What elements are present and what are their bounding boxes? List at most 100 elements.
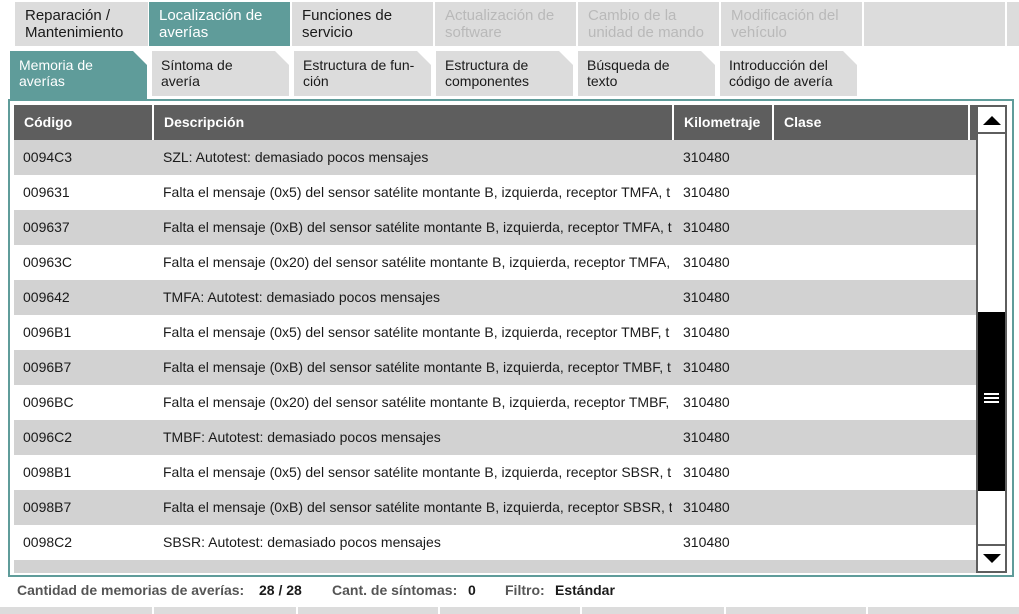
subtab-label-line1: Memoria de [19, 57, 93, 73]
cell-code: 0096B7 [23, 359, 72, 375]
scroll-thumb[interactable] [978, 312, 1005, 491]
table-row[interactable]: 0094C3 SZL: Autotest: demasiado pocos me… [14, 140, 976, 175]
fault-count-label: Cantidad de memorias de averías: [17, 582, 245, 598]
table-body: 0094C3 SZL: Autotest: demasiado pocos me… [14, 140, 976, 573]
triangle-down-icon [983, 554, 1001, 563]
table-row[interactable]: 0096B7 Falta el mensaje (0xB) del sensor… [14, 350, 976, 385]
vertical-scrollbar[interactable] [976, 105, 1007, 573]
cell-code: 0098C2 [23, 534, 73, 550]
subtab-fault-symptom[interactable]: Síntoma de avería [152, 51, 289, 96]
tab-label-line2: Mantenimiento [25, 24, 124, 41]
cell-class [784, 350, 974, 385]
cell-description: TMFA: Autotest: demasiado pocos mensajes [163, 289, 441, 305]
scroll-up-button[interactable] [978, 107, 1005, 134]
table-row[interactable]: 0096B1 Falta el mensaje (0x5) del sensor… [14, 315, 976, 350]
cell-description: Falta el mensaje (0xB) del sensor satéli… [163, 499, 672, 515]
subtab-fault-code-entry[interactable]: Introducción del código de avería [720, 51, 857, 96]
subtab-function-structure[interactable]: Estructura de fun- ción [294, 51, 431, 96]
cell-code: 009637 [23, 219, 70, 235]
tab-label-line2: vehículo [731, 24, 787, 41]
cell-code: 009642 [23, 289, 70, 305]
column-header-mileage[interactable]: Kilometraje [674, 105, 772, 140]
tab-label-line2: servicio [302, 24, 353, 41]
tab-label-line2: unidad de mando [588, 24, 704, 41]
cell-description: Falta el mensaje (0x20) del sensor satél… [163, 254, 671, 270]
subtab-label-line2: averías [19, 73, 65, 89]
cell-class [784, 525, 974, 560]
table-row[interactable]: 0096BC Falta el mensaje (0x20) del senso… [14, 385, 976, 420]
subtab-label-line2: ción [303, 73, 329, 89]
cell-code: 00963C [23, 254, 73, 270]
fault-count-value: 28 / 28 [259, 582, 302, 598]
cell-mileage: 310480 [683, 289, 730, 305]
cell-description: TMBF: Autotest: demasiado pocos mensajes [163, 429, 441, 445]
cell-description: Falta el mensaje (0x5) del sensor satéli… [163, 464, 672, 480]
cell-class [784, 385, 974, 420]
table-row[interactable]: 0098B1 Falta el mensaje (0x5) del sensor… [14, 455, 976, 490]
subtab-label-line2: avería [161, 73, 200, 89]
cell-description: Falta el mensaje (0x5) del sensor satéli… [163, 184, 671, 200]
triangle-up-icon [983, 116, 1001, 125]
cell-code: 0096BC [23, 394, 74, 410]
cell-class [784, 280, 974, 315]
table-row[interactable]: 009642 TMFA: Autotest: demasiado pocos m… [14, 280, 976, 315]
cell-class [784, 420, 974, 455]
filter-label: Filtro: [505, 582, 545, 598]
tab-repair-maintenance[interactable]: Reparación / Mantenimiento [15, 2, 148, 46]
fault-memory-window: Reparación / Mantenimiento Localización … [0, 0, 1019, 614]
cell-code: 0098B7 [23, 499, 72, 515]
subtab-label-line1: Síntoma de [161, 57, 233, 73]
table-row[interactable]: 009631 Falta el mensaje (0x5) del sensor… [14, 175, 976, 210]
tab-fault-finding[interactable]: Localización de averías [149, 2, 290, 46]
main-tab-bar: Reparación / Mantenimiento Localización … [0, 0, 1019, 46]
cell-code [23, 560, 153, 573]
tab-control-unit-change: Cambio de la unidad de mando [578, 2, 719, 46]
scroll-down-button[interactable] [978, 544, 1005, 571]
fault-table: Código Descripción Kilometraje Clase 009… [14, 105, 976, 573]
table-row[interactable]: 0096C2 TMBF: Autotest: demasiado pocos m… [14, 420, 976, 455]
tab-service-functions[interactable]: Funciones de servicio [292, 2, 433, 46]
bottom-button-strip [0, 607, 1019, 614]
cell-class [784, 455, 974, 490]
column-header-class[interactable]: Clase [774, 105, 968, 140]
subtab-label-line1: Estructura de fun- [303, 57, 415, 73]
cell-description: Falta el mensaje (0xB) del sensor satéli… [163, 219, 672, 235]
cell-description: SZL: Autotest: demasiado pocos mensajes [163, 149, 429, 165]
table-row[interactable]: 0098B7 Falta el mensaje (0xB) del sensor… [14, 490, 976, 525]
subtab-fault-memory[interactable]: Memoria de averías [10, 51, 147, 100]
column-header-code[interactable]: Código [14, 105, 152, 140]
table-row[interactable]: 00963C Falta el mensaje (0x20) del senso… [14, 245, 976, 280]
table-row[interactable]: 0098C2 SBSR: Autotest: demasiado pocos m… [14, 525, 976, 560]
tab-label-line1: Reparación / [25, 7, 111, 24]
tab-label-line1: Cambio de la [588, 7, 677, 24]
cell-mileage: 310480 [683, 184, 730, 200]
table-row[interactable]: 009637 Falta el mensaje (0xB) del sensor… [14, 210, 976, 245]
tab-label-line1: Actualización de [445, 7, 555, 24]
cell-mileage: 310480 [683, 394, 730, 410]
cell-code: 009631 [23, 184, 70, 200]
tab-label-line1: Modificación del [731, 7, 839, 24]
tab-empty [864, 2, 1005, 46]
cell-class [784, 490, 974, 525]
cell-mileage: 310480 [683, 534, 730, 550]
cell-class [784, 245, 974, 280]
cell-mileage [683, 560, 773, 573]
column-header-description[interactable]: Descripción [154, 105, 672, 140]
subtab-text-search[interactable]: Búsqueda de texto [578, 51, 715, 96]
subtab-component-structure[interactable]: Estructura de componentes [436, 51, 573, 96]
tab-software-update: Actualización de software [435, 2, 576, 46]
subtab-label-line1: Estructura de [445, 57, 529, 73]
table-header: Código Descripción Kilometraje Clase [14, 105, 976, 140]
cell-mileage: 310480 [683, 464, 730, 480]
subtab-label-line1: Introducción del [729, 57, 828, 73]
cell-code: 0094C3 [23, 149, 73, 165]
cell-class [784, 315, 974, 350]
cell-description: Falta el mensaje (0x5) del sensor satéli… [163, 324, 670, 340]
table-row[interactable] [14, 560, 976, 573]
tab-vehicle-modification: Modificación del vehículo [721, 2, 862, 46]
tab-label-line1: Funciones de [302, 7, 393, 24]
subtab-label-line1: Búsqueda de [587, 57, 670, 73]
cell-mileage: 310480 [683, 359, 730, 375]
tab-label-line1: Localización de [159, 7, 263, 24]
grip-lines-icon [984, 393, 999, 405]
